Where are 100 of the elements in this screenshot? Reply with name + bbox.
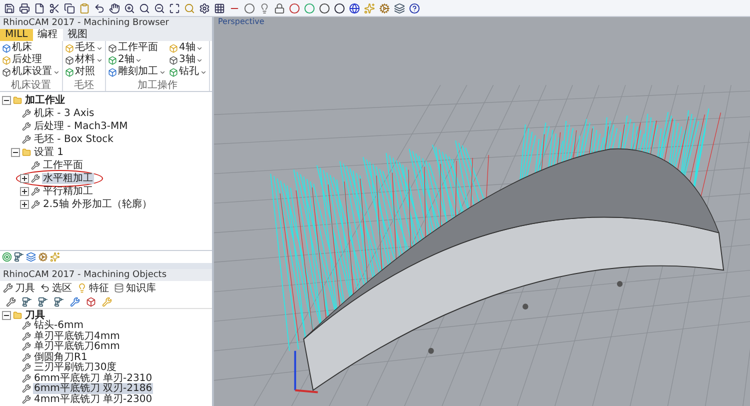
tree-item[interactable]: 单刃平底铣刀4mm <box>33 330 121 342</box>
circle-icon[interactable] <box>319 2 330 14</box>
cube-icon <box>169 68 178 76</box>
print-icon[interactable] <box>19 2 30 14</box>
tool-icon <box>22 122 31 131</box>
help-icon[interactable] <box>409 2 420 14</box>
undo-icon[interactable] <box>94 2 105 14</box>
tree-item[interactable]: 设置 1 <box>33 147 65 158</box>
folder-icon <box>13 96 22 105</box>
cube-icon <box>108 44 117 52</box>
tool-icon <box>22 363 31 372</box>
lightbulb-icon <box>77 283 87 293</box>
expand-icon[interactable] <box>20 200 29 209</box>
globe-icon[interactable] <box>349 2 360 14</box>
target-icon[interactable] <box>2 252 12 262</box>
tree-item[interactable]: 单刃平底铣刀6mm <box>33 341 121 352</box>
ribbon-tab[interactable]: 编程 <box>32 29 63 41</box>
tree-item[interactable]: 机床 - 3 Axis <box>33 108 96 119</box>
group-label: 机床设置 <box>10 80 52 91</box>
tree-item[interactable]: 4mm平底铣刀 单刃-2300 <box>33 394 154 405</box>
layers-icon[interactable] <box>26 252 36 262</box>
ribbon-item[interactable]: 机床 <box>2 42 60 54</box>
file-icon[interactable] <box>34 2 45 14</box>
tool-icon <box>22 384 31 394</box>
zoom-in-icon[interactable] <box>124 2 135 14</box>
zoom-extents-icon[interactable] <box>169 2 180 14</box>
tool-icon <box>22 332 31 341</box>
cube-icon <box>169 56 178 64</box>
gear-icon[interactable] <box>379 2 390 14</box>
cube-icon <box>65 56 74 64</box>
ribbon-item[interactable]: 2轴 <box>108 54 166 66</box>
tree-item[interactable]: 水平粗加工 <box>42 173 94 184</box>
layers-icon[interactable] <box>394 2 405 14</box>
tree-item[interactable]: 三刃平刷铣刀30度 <box>33 362 118 374</box>
ribbon-item[interactable]: 机床设置 <box>2 66 60 78</box>
tree-item[interactable]: 工作平面 <box>42 160 84 171</box>
collapse-icon[interactable] <box>2 310 11 320</box>
caret-icon <box>159 68 166 76</box>
cube-icon <box>2 68 11 76</box>
ribbon-item[interactable]: 钻孔 <box>169 66 207 78</box>
toolbar-button[interactable]: 选区 <box>40 281 72 295</box>
ribbon-item[interactable]: 3轴 <box>169 54 207 66</box>
group-label: 毛坯 <box>73 80 95 91</box>
clipboard-icon[interactable] <box>79 2 90 14</box>
drill-icon[interactable] <box>14 252 24 262</box>
tool-icon <box>22 352 31 362</box>
grid-icon[interactable] <box>214 2 225 14</box>
settings-icon[interactable] <box>199 2 210 14</box>
box-icon[interactable] <box>86 296 96 306</box>
tree-item[interactable]: 6mm平底铣刀 双刃-2186 <box>33 383 154 394</box>
circle-icon[interactable] <box>334 2 345 14</box>
tool-icon <box>31 174 40 183</box>
toolbar-button[interactable]: 特征 <box>77 281 109 295</box>
caret-icon <box>53 68 60 76</box>
cube-icon <box>65 68 74 76</box>
ribbon-item[interactable]: 对照 <box>65 66 103 78</box>
save-icon[interactable] <box>4 2 15 14</box>
drill-icon[interactable] <box>54 296 64 306</box>
ribbon-item[interactable]: 后处理 <box>2 54 60 66</box>
curved-arrow-icon <box>40 283 50 293</box>
drill-icon[interactable] <box>38 296 48 306</box>
collapse-icon[interactable] <box>11 148 20 157</box>
ribbon-item[interactable]: 4轴 <box>169 42 207 54</box>
zoom-out-icon[interactable] <box>154 2 165 14</box>
toolbar-button[interactable]: 刀具 <box>3 281 35 295</box>
cut-icon[interactable] <box>49 2 60 14</box>
ribbon-item[interactable]: 毛坯 <box>65 42 103 54</box>
wrench-icon[interactable] <box>6 296 16 306</box>
lightbulb-icon[interactable] <box>259 2 270 14</box>
expand-icon[interactable] <box>20 174 29 183</box>
tree-item[interactable]: 后处理 - Mach3-MM <box>33 121 129 132</box>
tree-item[interactable]: 2.5轴 外形加工（轮廓） <box>42 199 154 210</box>
panel-title: RhinoCAM 2017 - Machining Browser <box>0 17 212 29</box>
tree-item[interactable]: 钻头-6mm <box>33 320 84 332</box>
tree-item[interactable]: 6mm平底铣刀 单刃-2310 <box>33 372 154 384</box>
tree-item[interactable]: 刀具 <box>24 310 46 321</box>
tree-item[interactable]: 加工作业 <box>24 95 66 106</box>
drill-icon[interactable] <box>22 296 32 306</box>
ribbon-tab[interactable]: MILL <box>0 29 33 41</box>
toolbar-button[interactable]: 知识库 <box>114 281 156 295</box>
search-icon[interactable] <box>139 2 150 14</box>
copy-icon[interactable] <box>64 2 75 14</box>
collapse-icon[interactable] <box>2 96 11 105</box>
wrench-icon[interactable] <box>70 296 80 306</box>
ribbon-item[interactable]: 材料 <box>65 54 103 66</box>
ribbon-item[interactable]: 雕刻加工 <box>108 66 166 78</box>
lock-icon[interactable] <box>274 2 285 14</box>
expand-icon[interactable] <box>20 187 29 196</box>
wrench-icon <box>3 283 13 293</box>
ribbon-item[interactable]: 工作平面 <box>108 42 166 54</box>
viewport-tab[interactable]: Perspective <box>214 17 268 26</box>
hand-icon[interactable] <box>109 2 120 14</box>
ribbon-tab[interactable]: 视图 <box>62 29 93 41</box>
tree-item[interactable]: 倒圆角刀R1 <box>33 352 88 363</box>
tree-item[interactable]: 毛坯 - Box Stock <box>33 134 114 145</box>
tool-icon <box>31 187 40 196</box>
tree-item[interactable]: 平行精加工 <box>42 186 94 197</box>
gear-icon[interactable] <box>38 252 48 262</box>
folder-icon <box>22 148 31 157</box>
tool-icon <box>22 374 31 383</box>
